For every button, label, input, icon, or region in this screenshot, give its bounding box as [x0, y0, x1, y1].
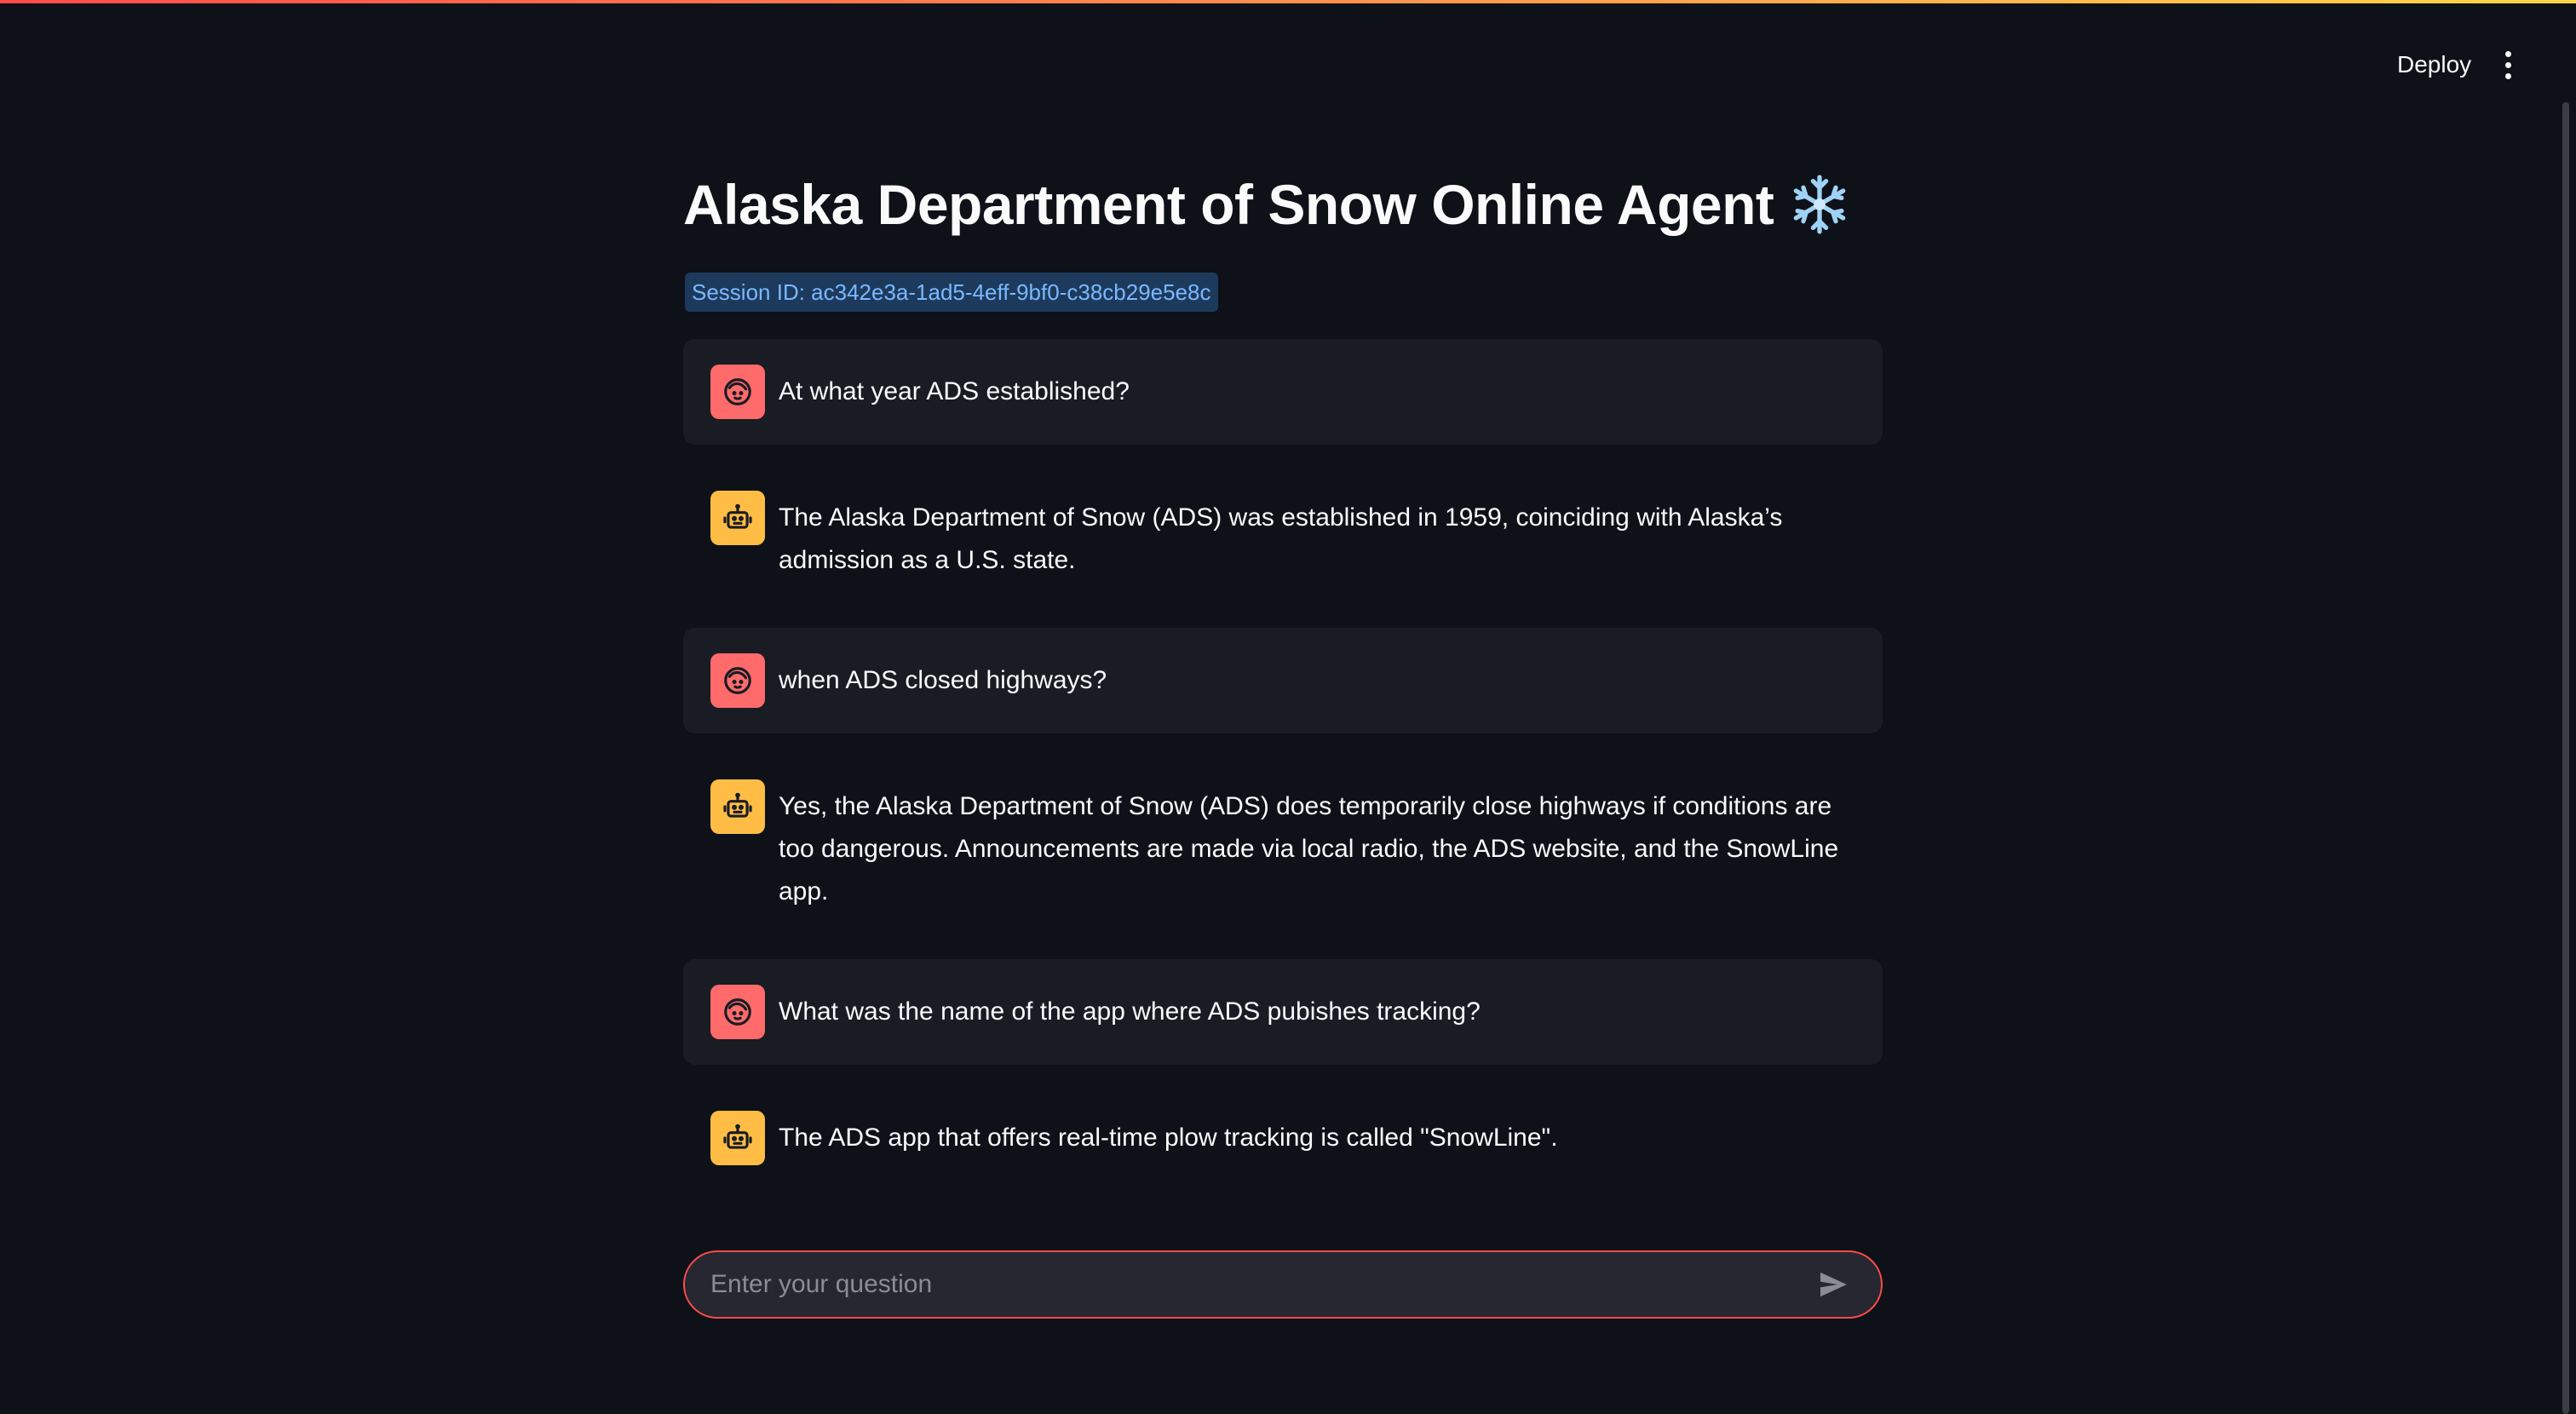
message-text: when ADS closed highways? — [779, 666, 1107, 694]
chat-message-assistant: Yes, the Alaska Department of Snow (ADS)… — [683, 754, 1883, 939]
app-header: Deploy — [0, 3, 2576, 99]
chat-input-container — [683, 1250, 1883, 1319]
page-title: Alaska Department of Snow Online Agent — [683, 162, 1883, 247]
chat-messages: At what year ADS established? The Alaska… — [683, 339, 1883, 1191]
message-text: The Alaska Department of Snow (ADS) was … — [779, 503, 1783, 574]
menu-dot — [2504, 72, 2511, 79]
more-vertical-icon[interactable] — [2484, 41, 2532, 89]
chat-message-assistant: The ADS app that offers real-time plow t… — [683, 1085, 1883, 1191]
chat-message-assistant: The Alaska Department of Snow (ADS) was … — [683, 465, 1883, 607]
message-text: The ADS app that offers real-time plow t… — [779, 1124, 1558, 1152]
send-icon[interactable] — [1809, 1261, 1857, 1308]
chat-message-user: What was the name of the app where ADS p… — [683, 959, 1883, 1065]
deploy-button[interactable]: Deploy — [2377, 41, 2492, 89]
main-content: Alaska Department of Snow Online Agent S… — [683, 162, 1883, 1191]
chat-message-user: when ADS closed highways? — [683, 628, 1883, 733]
message-text: At what year ADS established? — [779, 377, 1130, 405]
chat-input-field[interactable] — [710, 1270, 1809, 1299]
session-id-badge: Session ID: ac342e3a-1ad5-4eff-9bf0-c38c… — [685, 273, 1218, 312]
message-text: What was the name of the app where ADS p… — [779, 997, 1481, 1026]
snowflake-icon — [1794, 175, 1846, 234]
menu-dot — [2504, 61, 2511, 68]
message-text: Yes, the Alaska Department of Snow (ADS)… — [779, 792, 1839, 905]
robot-icon — [710, 491, 765, 545]
robot-icon — [710, 1111, 765, 1165]
menu-dot — [2504, 50, 2511, 57]
robot-icon — [710, 779, 765, 834]
chat-message-user: At what year ADS established? — [683, 339, 1883, 445]
scrollbar[interactable] — [2562, 102, 2569, 1414]
user-face-icon — [710, 365, 765, 419]
page-title-text: Alaska Department of Snow Online Agent — [683, 173, 1774, 236]
user-face-icon — [710, 985, 765, 1039]
user-face-icon — [710, 653, 765, 708]
